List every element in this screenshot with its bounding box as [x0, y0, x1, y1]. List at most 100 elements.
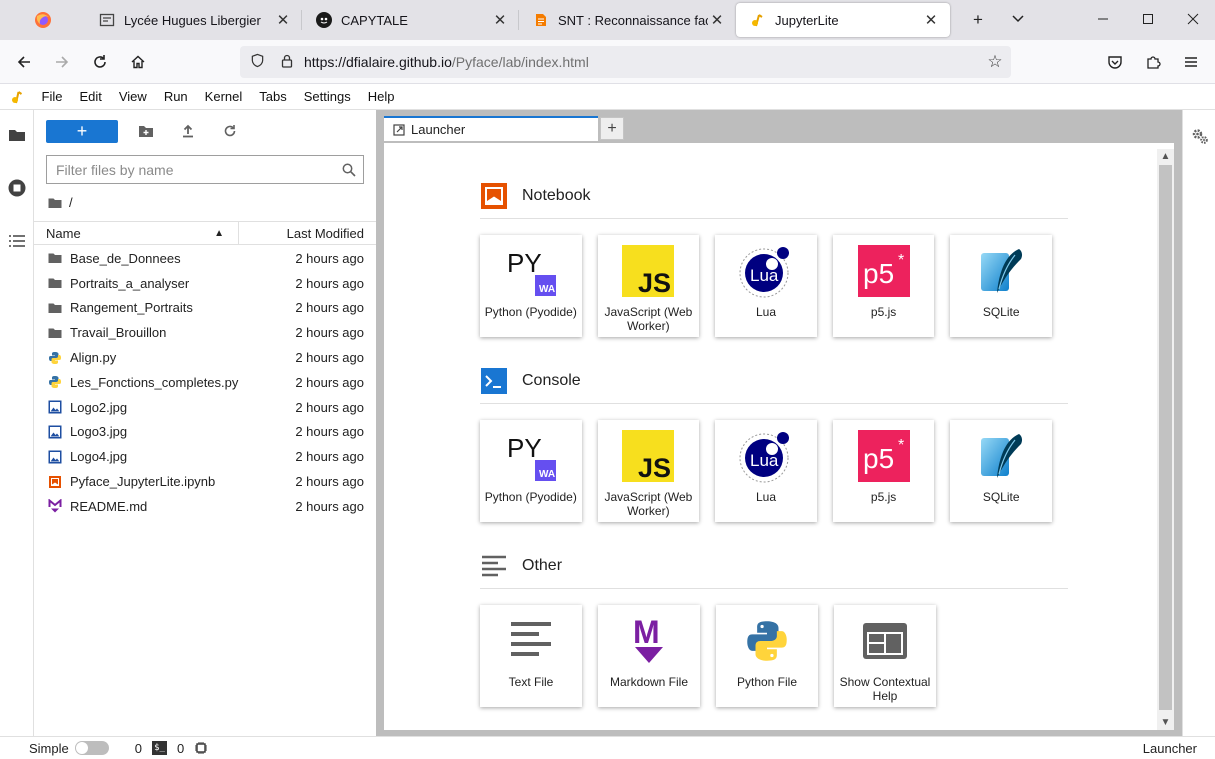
minimize-icon[interactable] — [1080, 12, 1125, 29]
launcher-scrollbar[interactable]: ▲ ▼ — [1157, 149, 1174, 730]
reload-icon[interactable] — [82, 46, 118, 78]
kernel-status-icon[interactable] — [194, 741, 208, 755]
scroll-down-arrow-icon[interactable]: ▼ — [1157, 717, 1174, 728]
lock-icon[interactable] — [272, 54, 302, 71]
notebook-p5js-card[interactable]: p5 * p5.js — [832, 235, 935, 337]
close-tab-icon[interactable]: ✕ — [922, 11, 940, 29]
list-item[interactable]: Align.py 2 hours ago — [34, 345, 376, 370]
address-bar[interactable]: https://dfialaire.github.io/Pyface/lab/i… — [240, 46, 1011, 78]
browser-tab-jupyterlite[interactable]: JupyterLite ✕ — [736, 3, 950, 37]
forward-arrow-icon[interactable] — [44, 46, 80, 78]
close-window-icon[interactable] — [1170, 12, 1215, 29]
new-launcher-button[interactable]: + — [46, 119, 118, 143]
browser-tab-title: CAPYTALE — [341, 12, 408, 28]
document-favicon-icon — [533, 12, 549, 28]
bookmark-star-icon[interactable]: ☆ — [979, 52, 1011, 72]
svg-text:Lua: Lua — [750, 266, 779, 285]
tab-launcher[interactable]: Launcher — [384, 116, 598, 141]
folder-icon — [48, 276, 62, 290]
menu-view[interactable]: View — [110, 89, 155, 104]
property-inspector-tab[interactable] — [1183, 121, 1215, 151]
pocket-icon[interactable] — [1097, 46, 1133, 78]
browser-tab-lycee[interactable]: Lycée Hugues Libergier ✕ — [85, 0, 302, 40]
maximize-icon[interactable] — [1125, 12, 1170, 29]
console-javascript-card[interactable]: JS JavaScript (Web Worker) — [597, 420, 700, 522]
file-browser-panel: + / Name ▲ Last Modified Base_de_Donnees — [34, 110, 376, 736]
list-item[interactable]: README.md 2 hours ago — [34, 494, 376, 519]
list-item[interactable]: Travail_Brouillon 2 hours ago — [34, 320, 376, 345]
other-section-title: Other — [522, 556, 563, 574]
p5js-kernel-icon: p5 * — [856, 243, 912, 299]
tracking-shield-icon[interactable] — [242, 53, 272, 71]
filter-files-field[interactable] — [46, 155, 364, 184]
notebook-javascript-card[interactable]: JS JavaScript (Web Worker) — [597, 235, 700, 337]
menu-help[interactable]: Help — [359, 89, 403, 104]
home-icon[interactable] — [120, 46, 156, 78]
gears-icon — [1192, 129, 1208, 144]
notebook-lua-card[interactable]: Lua Lua — [715, 235, 817, 337]
home-folder-icon[interactable] — [48, 197, 62, 209]
list-item[interactable]: Logo2.jpg 2 hours ago — [34, 395, 376, 420]
console-lua-card[interactable]: Lua Lua — [715, 420, 817, 522]
menu-settings[interactable]: Settings — [295, 89, 359, 104]
running-sessions-tab[interactable] — [0, 173, 33, 203]
list-item[interactable]: Logo3.jpg 2 hours ago — [34, 420, 376, 445]
console-python-pyodide-card[interactable]: PY WA Python (Pyodide) — [480, 420, 582, 522]
new-tab-plus-icon[interactable]: + — [958, 10, 998, 30]
status-current-activity: Launcher — [1142, 740, 1197, 756]
new-folder-button[interactable] — [126, 119, 166, 143]
breadcrumb-path[interactable]: / — [69, 195, 73, 210]
name-column-header[interactable]: Name ▲ — [34, 222, 239, 244]
upload-button[interactable] — [168, 119, 208, 143]
app-menu-icon[interactable] — [1173, 46, 1209, 78]
list-item[interactable]: Base_de_Donnees 2 hours ago — [34, 246, 376, 271]
python-file-icon — [48, 375, 62, 389]
close-tab-icon[interactable]: ✕ — [491, 11, 509, 29]
sqlite-kernel-icon — [973, 428, 1029, 484]
list-item[interactable]: Les_Fonctions_completes.py 2 hours ago — [34, 370, 376, 395]
right-activity-bar — [1182, 110, 1215, 736]
close-tab-icon[interactable]: ✕ — [274, 11, 292, 29]
console-sqlite-card[interactable]: SQLite — [950, 420, 1052, 522]
refresh-icon — [224, 125, 236, 137]
notebook-section: Notebook PY WA Python (Pyodide) JS JavaSc… — [480, 179, 1068, 337]
browser-tab-capytale[interactable]: CAPYTALE ✕ — [302, 0, 519, 40]
other-section-icon — [480, 552, 508, 580]
scrollbar-thumb[interactable] — [1159, 165, 1172, 710]
simple-mode-toggle[interactable] — [74, 741, 109, 755]
console-section-icon — [480, 367, 508, 395]
notebook-sqlite-card[interactable]: SQLite — [950, 235, 1052, 337]
notebook-python-pyodide-card[interactable]: PY WA Python (Pyodide) — [480, 235, 582, 337]
menu-file[interactable]: File — [33, 89, 71, 104]
svg-text:PY: PY — [507, 433, 542, 463]
close-tab-icon[interactable]: ✕ — [708, 11, 726, 29]
list-item[interactable]: Logo4.jpg 2 hours ago — [34, 444, 376, 469]
console-p5js-card[interactable]: p5 * p5.js — [832, 420, 935, 522]
markdown-file-card[interactable]: M Markdown File — [598, 605, 700, 707]
menu-tabs[interactable]: Tabs — [251, 89, 295, 104]
scroll-up-arrow-icon[interactable]: ▲ — [1157, 151, 1174, 162]
back-arrow-icon[interactable] — [6, 46, 42, 78]
list-item[interactable]: Pyface_JupyterLite.ipynb 2 hours ago — [34, 469, 376, 494]
last-modified-column-header[interactable]: Last Modified — [239, 226, 376, 241]
list-tabs-chevron-icon[interactable] — [998, 10, 1038, 30]
contextual-help-card[interactable]: Show Contextual Help — [834, 605, 936, 707]
list-item[interactable]: Rangement_Portraits 2 hours ago — [34, 296, 376, 321]
python-file-card[interactable]: Python File — [716, 605, 818, 707]
extensions-icon[interactable] — [1135, 46, 1171, 78]
menu-kernel[interactable]: Kernel — [196, 89, 251, 104]
menu-edit[interactable]: Edit — [71, 89, 110, 104]
browser-tab-snt[interactable]: SNT : Reconnaissance faciale ✕ — [519, 0, 736, 40]
refresh-button[interactable] — [210, 119, 250, 143]
table-of-contents-tab[interactable] — [0, 226, 33, 256]
firefox-view-button[interactable] — [0, 0, 85, 40]
text-file-card[interactable]: Text File — [480, 605, 582, 707]
status-bar: Simple 0 $_ 0 Launcher — [0, 736, 1215, 759]
school-favicon-icon — [99, 12, 115, 28]
menu-run[interactable]: Run — [155, 89, 196, 104]
file-browser-tab[interactable] — [0, 120, 33, 150]
list-item[interactable]: Portraits_a_analyser 2 hours ago — [34, 271, 376, 296]
svg-text:p5: p5 — [863, 443, 894, 474]
filter-files-input[interactable] — [56, 161, 335, 178]
add-tab-button[interactable]: + — [600, 117, 624, 140]
